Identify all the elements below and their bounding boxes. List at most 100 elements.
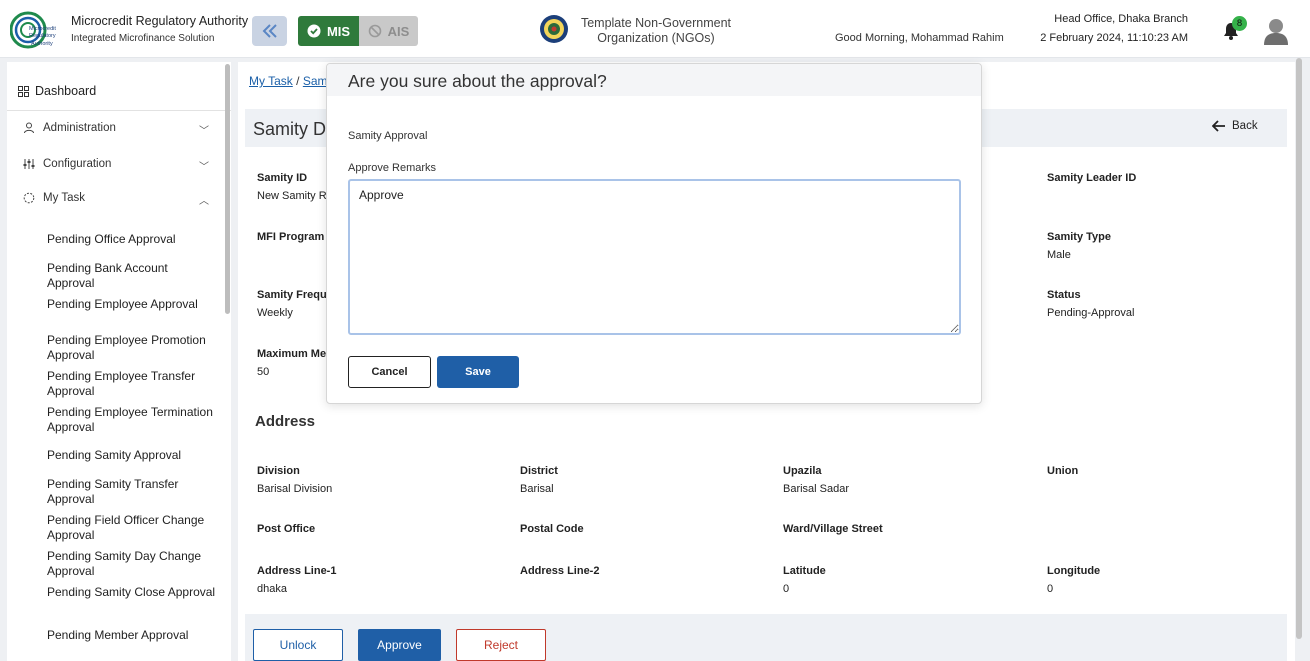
user-avatar-icon[interactable] bbox=[1263, 17, 1289, 45]
user-greeting: Good Morning, Mohammad Rahim bbox=[835, 32, 1004, 44]
status-value: Pending-Approval bbox=[1047, 307, 1135, 319]
svg-text:Regulatory: Regulatory bbox=[29, 33, 56, 39]
postal-code-label: Postal Code bbox=[520, 523, 584, 535]
sidebar-divider bbox=[7, 110, 231, 111]
dialog-subtitle: Samity Approval bbox=[348, 130, 428, 142]
ais-label: AIS bbox=[387, 23, 410, 39]
status-label: Status bbox=[1047, 289, 1081, 301]
loading-circle-icon bbox=[23, 192, 35, 204]
arrow-left-icon bbox=[1212, 120, 1225, 132]
longitude-value: 0 bbox=[1047, 583, 1054, 595]
government-seal-icon bbox=[540, 15, 568, 43]
mis-label: MIS bbox=[326, 23, 351, 39]
ngo-title-line1: Template Non-Government bbox=[580, 16, 732, 30]
address-section-title: Address bbox=[255, 413, 316, 430]
breadcrumb-separator: / bbox=[296, 74, 300, 88]
sidebar-item-pending-samity-day-change-approval[interactable]: Pending Samity Day Change Approval bbox=[47, 549, 217, 579]
chevron-up-icon: ︿ bbox=[199, 196, 209, 207]
samity-type-label: Samity Type bbox=[1047, 231, 1111, 243]
ngo-title: Template Non-Government Organization (NG… bbox=[572, 16, 740, 46]
svg-text:Authority: Authority bbox=[31, 41, 53, 47]
svg-text:Microcredit: Microcredit bbox=[29, 26, 56, 32]
ais-toggle-button[interactable]: AIS bbox=[359, 16, 418, 46]
sidebar-item-pending-samity-approval[interactable]: Pending Samity Approval bbox=[47, 448, 217, 463]
sidebar-item-pending-employee-termination-approval[interactable]: Pending Employee Termination Approval bbox=[47, 405, 217, 435]
division-label: Division bbox=[257, 465, 300, 477]
notification-count-badge: 8 bbox=[1232, 16, 1247, 31]
sidebar-item-pending-employee-transfer-approval[interactable]: Pending Employee Transfer Approval bbox=[47, 369, 217, 399]
district-label: District bbox=[520, 465, 558, 477]
current-datetime: 2 February 2024, 11:10:23 AM bbox=[1040, 32, 1188, 44]
approve-remarks-textarea[interactable]: Approve bbox=[348, 179, 961, 335]
sidebar-item-pending-office-approval[interactable]: Pending Office Approval bbox=[47, 232, 217, 247]
sidebar-item-pending-employee-approval[interactable]: Pending Employee Approval bbox=[47, 297, 217, 312]
address-line-2-label: Address Line-2 bbox=[520, 565, 600, 577]
latitude-label: Latitude bbox=[783, 565, 826, 577]
approve-remarks-label: Approve Remarks bbox=[348, 162, 437, 174]
sidebar-group-administration[interactable]: Administration ﹀ bbox=[23, 122, 209, 137]
cancel-button[interactable]: Cancel bbox=[348, 356, 431, 388]
maximum-member-label: Maximum Mem bbox=[257, 348, 336, 360]
back-label: Back bbox=[1232, 120, 1258, 132]
approve-button[interactable]: Approve bbox=[358, 629, 441, 661]
sidebar-item-pending-field-officer-change-approval[interactable]: Pending Field Officer Change Approval bbox=[47, 513, 217, 543]
sidebar-group-label: Administration bbox=[43, 122, 116, 134]
page-scrollbar[interactable] bbox=[1296, 58, 1302, 639]
samity-id-value: New Samity Re bbox=[257, 190, 333, 202]
sidebar-group-label: My Task bbox=[43, 192, 85, 204]
address-line-1-label: Address Line-1 bbox=[257, 565, 337, 577]
division-value: Barisal Division bbox=[257, 483, 333, 495]
sidebar: Dashboard Administration ﹀ Configuration… bbox=[7, 62, 231, 661]
longitude-label: Longitude bbox=[1047, 565, 1101, 577]
union-label: Union bbox=[1047, 465, 1079, 477]
admin-users-icon bbox=[24, 122, 34, 134]
module-toggle: MIS AIS bbox=[298, 16, 418, 46]
samity-type-value: Male bbox=[1047, 249, 1071, 261]
samity-frequency-value: Weekly bbox=[257, 307, 293, 319]
upazila-label: Upazila bbox=[783, 465, 822, 477]
latitude-value: 0 bbox=[783, 583, 790, 595]
double-chevron-left-icon bbox=[262, 24, 277, 38]
collapse-sidebar-button[interactable] bbox=[252, 16, 287, 46]
post-office-label: Post Office bbox=[257, 523, 316, 535]
sidebar-item-pending-bank-account-approval[interactable]: Pending Bank Account Approval bbox=[47, 261, 217, 291]
page-title: Samity De bbox=[253, 119, 337, 139]
samity-id-label: Samity ID bbox=[257, 172, 308, 184]
sidebar-item-dashboard[interactable]: Dashboard bbox=[18, 84, 96, 98]
samity-leader-id-label: Samity Leader ID bbox=[1047, 172, 1137, 184]
address-line-1-value: dhaka bbox=[257, 583, 287, 595]
save-button[interactable]: Save bbox=[437, 356, 519, 388]
block-icon bbox=[368, 24, 381, 38]
mis-toggle-button[interactable]: MIS bbox=[298, 16, 359, 46]
unlock-button[interactable]: Unlock bbox=[253, 629, 343, 661]
dialog-title: Are you sure about the approval? bbox=[348, 71, 607, 91]
ward-village-street-label: Ward/Village Street bbox=[783, 523, 883, 535]
sidebar-scrollbar[interactable] bbox=[225, 64, 230, 314]
chevron-down-icon: ﹀ bbox=[199, 162, 209, 173]
chevron-down-icon: ﹀ bbox=[199, 126, 209, 137]
sidebar-group-configuration[interactable]: Configuration ﹀ bbox=[23, 158, 209, 173]
mra-logo-icon: Microcredit Regulatory Authority bbox=[10, 11, 56, 49]
sidebar-item-pending-samity-transfer-approval[interactable]: Pending Samity Transfer Approval bbox=[47, 477, 217, 507]
ngo-title-line2: Organization (NGOs) bbox=[597, 31, 715, 45]
breadcrumb-my-task-link[interactable]: My Task bbox=[249, 74, 293, 88]
breadcrumb: My Task / Sam bbox=[249, 74, 328, 88]
check-circle-icon bbox=[307, 24, 321, 38]
upazila-value: Barisal Sadar bbox=[783, 483, 850, 495]
top-header: Microcredit Regulatory Authority Microcr… bbox=[0, 0, 1310, 58]
grid-icon bbox=[18, 85, 29, 97]
approval-confirm-dialog: Are you sure about the approval? Samity … bbox=[326, 63, 982, 404]
sidebar-group-my-task[interactable]: My Task ︿ bbox=[23, 192, 209, 207]
sidebar-item-label: Dashboard bbox=[35, 84, 97, 98]
sidebar-item-pending-samity-close-approval[interactable]: Pending Samity Close Approval bbox=[47, 585, 217, 600]
sidebar-item-pending-employee-promotion-approval[interactable]: Pending Employee Promotion Approval bbox=[47, 333, 217, 363]
back-button[interactable]: Back bbox=[1212, 120, 1258, 132]
reject-button[interactable]: Reject bbox=[456, 629, 546, 661]
maximum-member-value: 50 bbox=[257, 366, 270, 378]
sidebar-group-label: Configuration bbox=[43, 158, 112, 170]
branch-name: Head Office, Dhaka Branch bbox=[1054, 13, 1188, 25]
org-subtitle: Integrated Microfinance Solution bbox=[71, 33, 215, 44]
breadcrumb-samity-link[interactable]: Sam bbox=[303, 74, 328, 88]
sidebar-item-pending-member-approval[interactable]: Pending Member Approval bbox=[47, 628, 217, 643]
sliders-icon bbox=[23, 159, 35, 169]
